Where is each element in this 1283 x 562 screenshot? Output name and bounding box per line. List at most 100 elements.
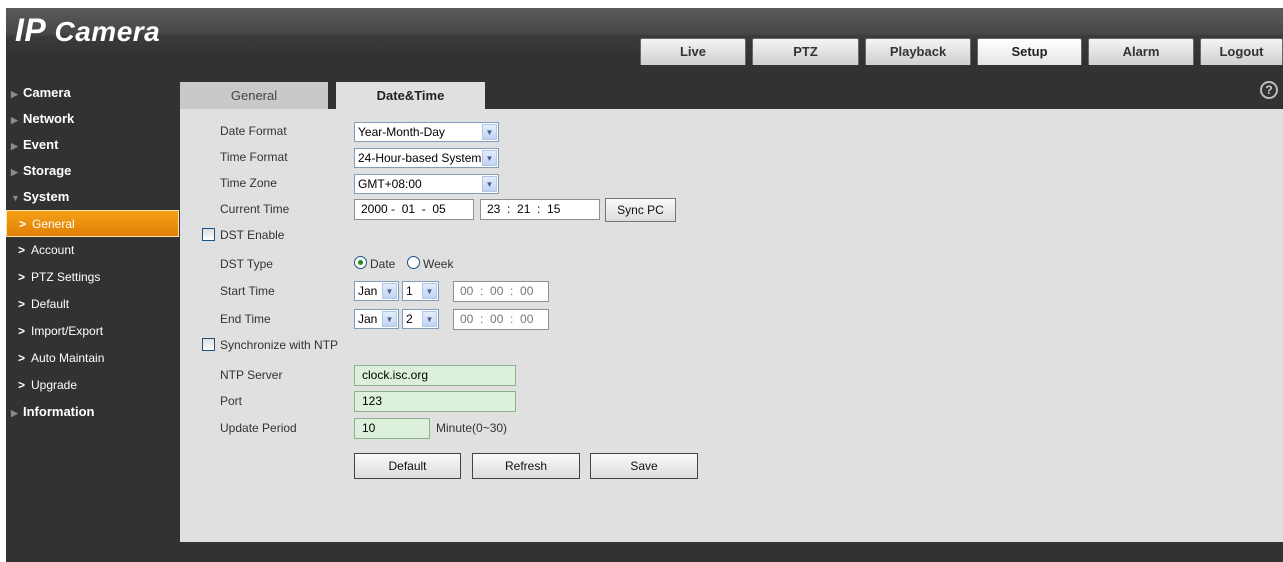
dropdown-arrow-icon: ▼: [382, 283, 397, 299]
tab-logout[interactable]: Logout: [1200, 38, 1283, 65]
time-zone-select[interactable]: GMT+08:00 ▼: [354, 174, 499, 194]
triangle-right-icon: ▶: [11, 167, 18, 177]
sync-pc-button[interactable]: Sync PC: [605, 198, 676, 222]
sidebar-subitem-ptz-settings[interactable]: > PTZ Settings: [6, 264, 180, 291]
chevron-right-icon: >: [18, 324, 26, 338]
sidebar-subitem-label: Import/Export: [31, 324, 104, 338]
sidebar-subitem-general[interactable]: > General: [6, 210, 179, 237]
dst-type-date-radio[interactable]: [354, 256, 367, 269]
default-button[interactable]: Default: [354, 453, 461, 479]
start-month-value: Jan: [358, 284, 378, 298]
chevron-right-icon: >: [19, 217, 27, 231]
start-time-input[interactable]: 00 : 00 : 00: [453, 281, 549, 302]
sidebar-subitem-label: Auto Maintain: [31, 351, 105, 365]
date-format-value: Year-Month-Day: [358, 125, 445, 139]
ntp-sync-label: Synchronize with NTP: [220, 338, 339, 352]
end-month-value: Jan: [358, 312, 378, 326]
date-time-panel: Date Format Year-Month-Day ▼ Time Format…: [180, 109, 1283, 542]
current-time-input[interactable]: 23 : 21 : 15: [480, 199, 600, 220]
end-day-select[interactable]: 2 ▼: [402, 309, 439, 329]
time-format-select[interactable]: 24-Hour-based System ▼: [354, 148, 499, 168]
time-zone-label: Time Zone: [220, 176, 277, 190]
dropdown-arrow-icon: ▼: [482, 124, 497, 140]
end-month-select[interactable]: Jan ▼: [354, 309, 399, 329]
sidebar-item-information[interactable]: ▶ Information: [6, 399, 180, 425]
sidebar-subitem-label: Upgrade: [31, 378, 78, 392]
sidebar: ▶ Camera ▶ Network ▶ Event ▶ Storage ▼ System…: [6, 65, 180, 562]
update-period-unit: Minute(0~30): [436, 421, 508, 435]
dropdown-arrow-icon: ▼: [422, 283, 437, 299]
triangle-down-icon: ▼: [11, 193, 20, 203]
sidebar-subitem-label: PTZ Settings: [31, 270, 101, 284]
sidebar-subitem-label: Account: [31, 243, 75, 257]
main-content: General Date&Time ? Date Format Year-Mon…: [180, 65, 1283, 542]
sidebar-subitem-account[interactable]: > Account: [6, 237, 180, 264]
chevron-right-icon: >: [18, 297, 26, 311]
triangle-right-icon: ▶: [11, 115, 18, 125]
sidebar-item-label: Event: [23, 137, 59, 152]
tab-ptz[interactable]: PTZ: [752, 38, 859, 65]
sidebar-item-storage[interactable]: ▶ Storage: [6, 158, 180, 184]
tab-playback[interactable]: Playback: [865, 38, 971, 65]
save-button[interactable]: Save: [590, 453, 698, 479]
date-format-select[interactable]: Year-Month-Day ▼: [354, 122, 499, 142]
chevron-right-icon: >: [18, 243, 26, 257]
time-zone-value: GMT+08:00: [358, 177, 422, 191]
subtab-general[interactable]: General: [180, 82, 328, 109]
current-time-label: Current Time: [220, 202, 290, 216]
sidebar-subitem-default[interactable]: > Default: [6, 291, 180, 318]
sidebar-subitem-import-export[interactable]: > Import/Export: [6, 318, 180, 345]
end-time-label: End Time: [220, 312, 271, 326]
tab-setup[interactable]: Setup: [977, 38, 1082, 65]
start-day-value: 1: [406, 284, 413, 298]
update-period-label: Update Period: [220, 421, 297, 435]
dst-type-week-label: Week: [423, 257, 454, 271]
sidebar-subitem-label: Default: [31, 297, 70, 311]
chevron-right-icon: >: [18, 270, 26, 284]
start-day-select[interactable]: 1 ▼: [402, 281, 439, 301]
current-date-input[interactable]: 2000 - 01 - 05: [354, 199, 474, 220]
sidebar-subitem-label: General: [32, 217, 75, 231]
sidebar-item-label: Information: [23, 404, 95, 419]
date-format-label: Date Format: [220, 124, 287, 138]
end-time-input[interactable]: 00 : 00 : 00: [453, 309, 549, 330]
header-bar: IP Camera Live PTZ Playback Setup Alarm …: [6, 8, 1283, 65]
tab-alarm[interactable]: Alarm: [1088, 38, 1194, 65]
port-input[interactable]: 123: [354, 391, 516, 412]
dst-enable-checkbox[interactable]: [202, 228, 215, 241]
sidebar-item-camera[interactable]: ▶ Camera: [6, 80, 180, 106]
triangle-right-icon: ▶: [11, 408, 18, 418]
sidebar-item-system[interactable]: ▼ System: [6, 184, 180, 210]
triangle-right-icon: ▶: [11, 89, 18, 99]
logo-suffix: Camera: [54, 16, 161, 47]
port-label: Port: [220, 394, 243, 408]
dst-type-label: DST Type: [220, 257, 273, 271]
dropdown-arrow-icon: ▼: [482, 150, 497, 166]
sidebar-subitem-upgrade[interactable]: > Upgrade: [6, 372, 180, 399]
dropdown-arrow-icon: ▼: [382, 311, 397, 327]
start-month-select[interactable]: Jan ▼: [354, 281, 399, 301]
sidebar-item-event[interactable]: ▶ Event: [6, 132, 180, 158]
chevron-right-icon: >: [18, 351, 26, 365]
sidebar-subitem-auto-maintain[interactable]: > Auto Maintain: [6, 345, 180, 372]
subtab-date-time[interactable]: Date&Time: [336, 82, 485, 109]
tab-live[interactable]: Live: [640, 38, 746, 65]
ntp-sync-checkbox[interactable]: [202, 338, 215, 351]
time-format-label: Time Format: [220, 150, 288, 164]
end-day-value: 2: [406, 312, 413, 326]
update-period-input[interactable]: 10: [354, 418, 430, 439]
logo: IP Camera: [15, 12, 160, 49]
dst-type-date-label: Date: [370, 257, 396, 271]
dropdown-arrow-icon: ▼: [422, 311, 437, 327]
sidebar-item-label: Storage: [23, 163, 72, 178]
refresh-button[interactable]: Refresh: [472, 453, 580, 479]
sidebar-item-network[interactable]: ▶ Network: [6, 106, 180, 132]
sidebar-item-label: Camera: [23, 85, 71, 100]
time-format-value: 24-Hour-based System: [358, 151, 482, 165]
help-icon[interactable]: ?: [1260, 81, 1278, 99]
ntp-server-input[interactable]: clock.isc.org: [354, 365, 516, 386]
app-window: IP Camera Live PTZ Playback Setup Alarm …: [6, 8, 1283, 562]
logo-prefix: IP: [15, 12, 47, 48]
dst-type-week-radio[interactable]: [407, 256, 420, 269]
chevron-right-icon: >: [18, 378, 26, 392]
